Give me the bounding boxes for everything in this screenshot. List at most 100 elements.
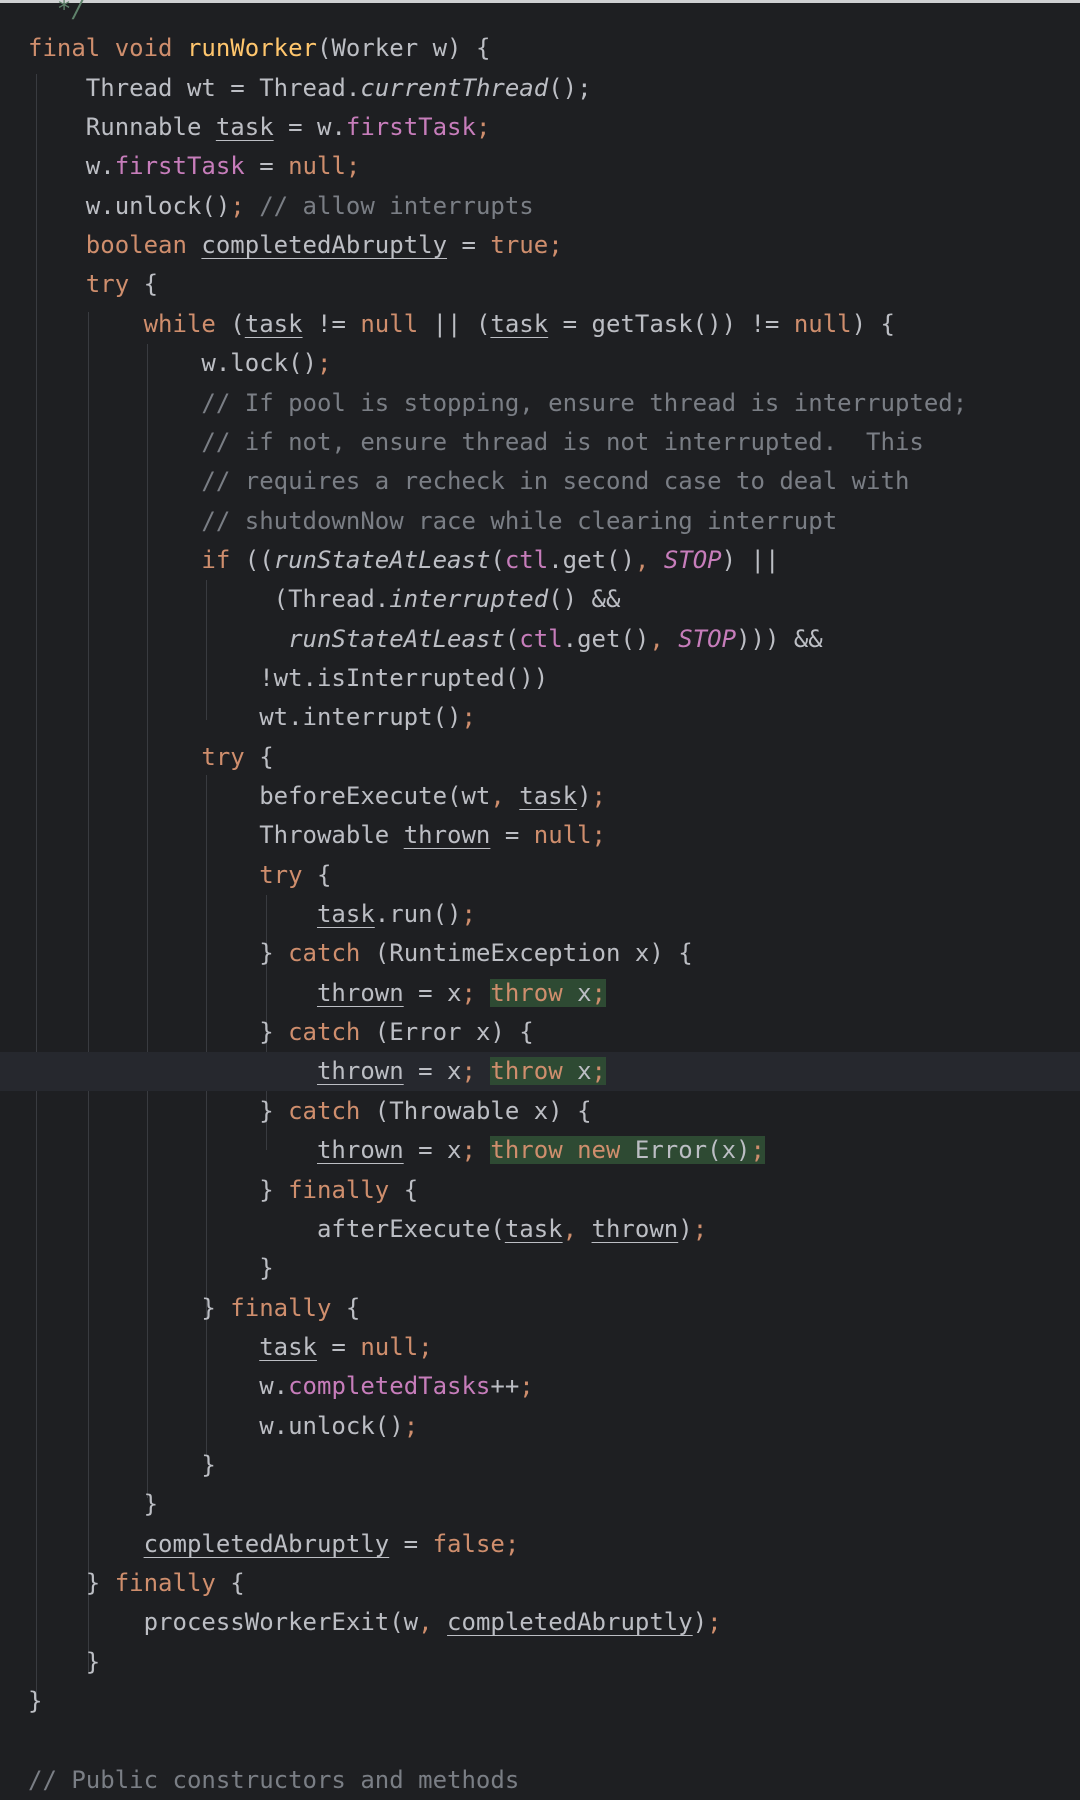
code-token: (); [548, 73, 592, 102]
code-line[interactable]: task = null; [0, 1328, 1080, 1367]
code-token: = x [403, 1136, 462, 1165]
code-line[interactable]: afterExecute(task, thrown); [0, 1210, 1080, 1249]
code-token: task [215, 113, 274, 142]
code-line[interactable]: thrown = x; throw x; [0, 1052, 1080, 1092]
code-token: wt.interrupt() [28, 703, 462, 732]
code-line[interactable]: completedAbruptly = false; [0, 1525, 1080, 1564]
code-token: } [28, 939, 289, 968]
code-token: ( [490, 545, 505, 574]
code-token: (Throwable x) { [360, 1096, 592, 1125]
code-token: = x [403, 1057, 462, 1086]
code-token: task [244, 309, 303, 338]
code-line[interactable]: } finally { [0, 1289, 1080, 1328]
code-line[interactable]: beforeExecute(wt, task); [0, 777, 1080, 816]
code-line[interactable]: } [0, 1643, 1080, 1682]
code-token: { [215, 1569, 245, 1597]
code-token: (Error x) { [360, 1018, 534, 1047]
code-line[interactable]: runStateAtLeast(ctl.get(), STOP))) && [0, 620, 1080, 659]
code-line[interactable]: w.unlock(); [0, 1407, 1080, 1446]
code-token: null [793, 309, 852, 338]
code-line[interactable]: Thread wt = Thread.currentThread(); [0, 69, 1080, 108]
code-line[interactable]: */ [0, 0, 1080, 29]
code-token: ; [475, 113, 491, 142]
code-token: */ [56, 0, 86, 23]
code-token: ctl [504, 545, 549, 574]
code-line[interactable]: try { [0, 265, 1080, 304]
code-editor[interactable]: */ final void runWorker(Worker w) { Threa… [0, 0, 1080, 1794]
code-line[interactable]: !wt.isInterrupted()) [0, 659, 1080, 698]
code-line[interactable]: processWorkerExit(w, completedAbruptly); [0, 1603, 1080, 1642]
code-token: completedAbruptly [201, 231, 448, 260]
code-line[interactable]: w.completedTasks++; [0, 1367, 1080, 1406]
code-line[interactable]: // If pool is stopping, ensure thread is… [0, 384, 1080, 423]
code-line[interactable] [0, 1721, 1080, 1760]
code-token: ; [591, 782, 606, 810]
code-token: w.lock() [28, 349, 317, 378]
code-line[interactable]: while (task != null || (task = getTask()… [0, 305, 1080, 344]
code-line[interactable]: w.lock(); [0, 344, 1080, 383]
code-line[interactable]: } [0, 1446, 1080, 1485]
code-token: ; [316, 349, 332, 378]
code-token: ( [504, 624, 520, 653]
code-token: thrown [316, 1057, 404, 1086]
code-line[interactable]: } [0, 1682, 1080, 1721]
code-token: finally [230, 1293, 332, 1322]
code-line[interactable]: } catch (Throwable x) { [0, 1092, 1080, 1131]
code-token: != [302, 309, 361, 338]
code-token: while [143, 309, 216, 338]
code-token: ; [591, 821, 606, 850]
code-token: = [389, 1529, 433, 1558]
code-line[interactable]: task.run(); [0, 895, 1080, 934]
code-line[interactable]: // shutdownNow race while clearing inter… [0, 502, 1080, 541]
code-line[interactable]: w.firstTask = null; [0, 147, 1080, 186]
code-line[interactable]: thrown = x; throw x; [0, 974, 1080, 1013]
code-token: catch [288, 1018, 361, 1047]
code-token: interrupted [389, 585, 549, 614]
code-line[interactable]: try { [0, 856, 1080, 895]
code-token: firstTask [114, 152, 245, 181]
code-token: ; [461, 978, 491, 1007]
code-token: true [490, 231, 549, 260]
code-line[interactable]: Runnable task = w.firstTask; [0, 108, 1080, 147]
code-token: thrown [403, 821, 491, 850]
code-line[interactable]: thrown = x; throw new Error(x); [0, 1131, 1080, 1170]
code-line[interactable]: if ((runStateAtLeast(ctl.get(), STOP) || [0, 541, 1080, 580]
code-line[interactable]: // if not, ensure thread is not interrup… [0, 423, 1080, 462]
code-line[interactable]: // requires a recheck in second case to … [0, 462, 1080, 501]
code-token: null [360, 309, 419, 338]
code-token: Throwable [28, 821, 404, 850]
code-token: // If pool is stopping, ensure thread is… [28, 388, 968, 417]
code-line[interactable]: boolean completedAbruptly = true; [0, 226, 1080, 265]
code-line[interactable]: wt.interrupt(); [0, 698, 1080, 737]
code-line[interactable]: } finally { [0, 1564, 1080, 1603]
code-token: throw [490, 1057, 563, 1086]
code-line[interactable]: final void runWorker(Worker w) { [0, 29, 1080, 68]
code-token: final void [28, 34, 187, 63]
code-token: Thread wt = Thread. [28, 73, 361, 102]
code-token: ++ [490, 1372, 520, 1401]
code-line[interactable]: Throwable thrown = null; [0, 816, 1080, 855]
code-line[interactable]: try { [0, 738, 1080, 777]
code-token: task [490, 309, 549, 338]
code-token: task [259, 1332, 317, 1361]
code-token: w.unlock() [28, 1411, 404, 1440]
code-line[interactable]: } finally { [0, 1171, 1080, 1210]
code-line[interactable]: } catch (Error x) { [0, 1013, 1080, 1052]
code-token: = [490, 821, 534, 850]
code-line[interactable]: } catch (RuntimeException x) { [0, 934, 1080, 973]
code-line[interactable]: (Thread.interrupted() && [0, 580, 1080, 619]
code-token: = [244, 152, 289, 181]
code-token: ; [707, 1608, 722, 1637]
code-token: processWorkerExit(w [28, 1608, 419, 1637]
code-token: { [302, 860, 332, 889]
code-token: ) [692, 1608, 708, 1637]
code-line[interactable]: } [0, 1249, 1080, 1288]
code-line[interactable]: // Public constructors and methods [0, 1761, 1080, 1800]
code-token: , [490, 782, 520, 810]
code-line[interactable]: w.unlock(); // allow interrupts [0, 187, 1080, 226]
code-token: Error(x) [620, 1136, 751, 1165]
code-line[interactable]: } [0, 1485, 1080, 1524]
